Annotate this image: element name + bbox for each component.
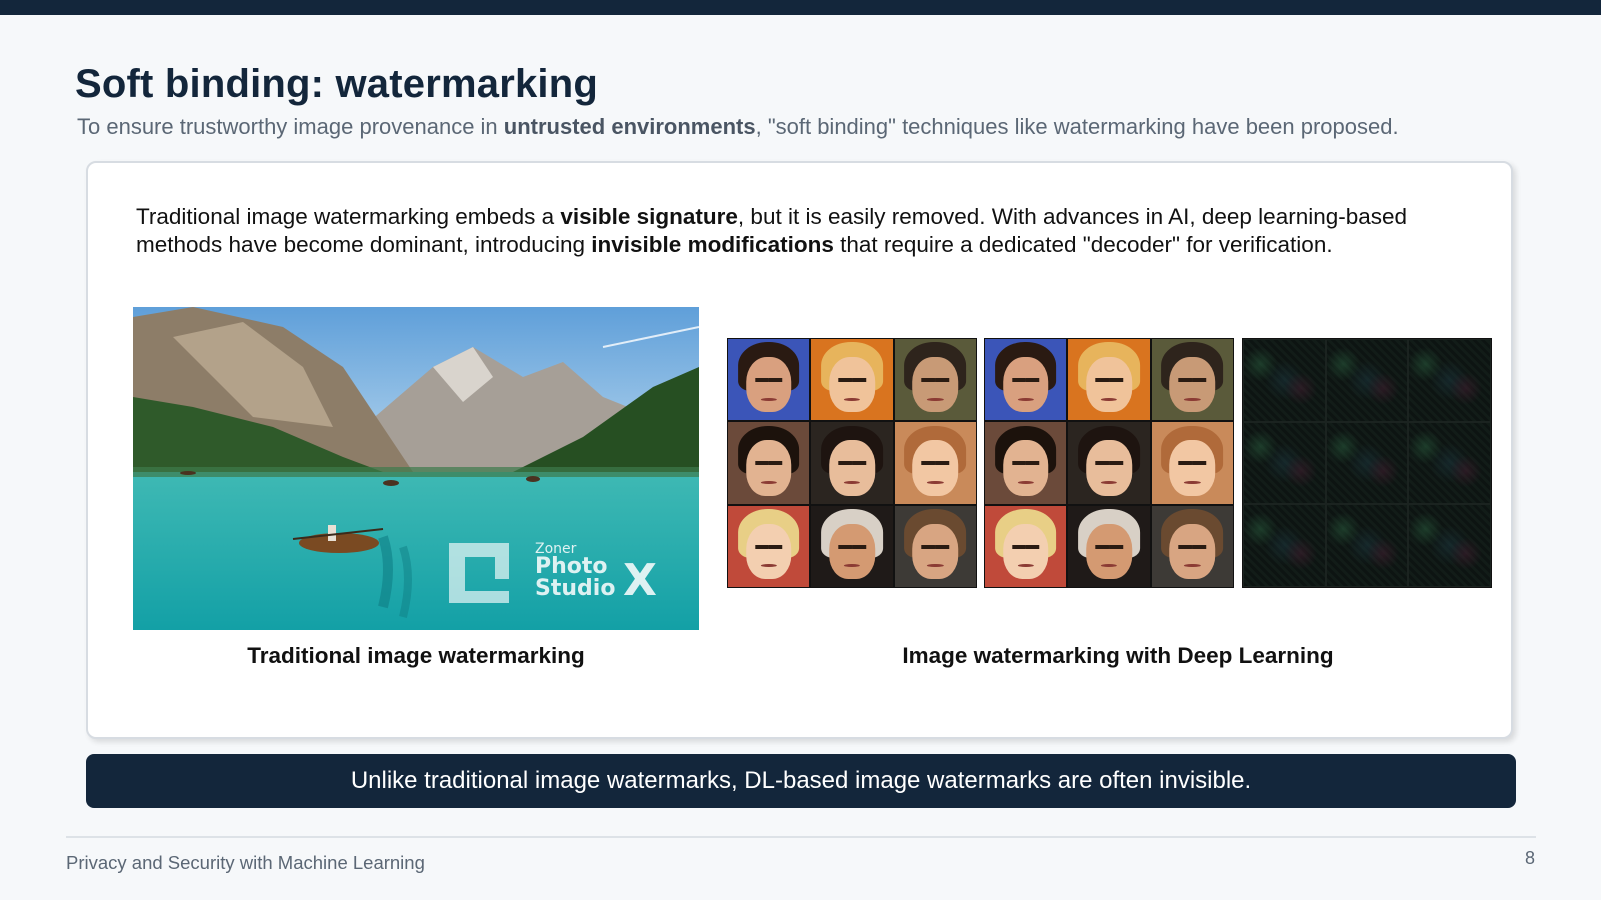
intro-emphasis-invisible: invisible modifications: [591, 232, 834, 257]
residual-noise-tile: [1408, 421, 1491, 505]
residual-noise-tile: [1243, 504, 1326, 587]
intro-emphasis-visible: visible signature: [560, 204, 738, 229]
slide-subtitle: To ensure trustworthy image provenance i…: [77, 114, 1557, 140]
slide-title: Soft binding: watermarking: [75, 62, 598, 106]
footer-course: Privacy and Security with Machine Learni…: [66, 852, 425, 873]
face-portrait: [728, 339, 810, 421]
residual-noise-tile: [1243, 339, 1326, 422]
face-portrait: [1068, 339, 1150, 421]
face-portrait: [728, 422, 810, 504]
face-portrait: [1151, 422, 1233, 504]
takeaway-banner: Unlike traditional image watermarks, DL-…: [86, 754, 1516, 808]
residual-noise-tile: [1325, 504, 1409, 587]
top-accent-bar: [0, 0, 1601, 15]
face-portrait: [1151, 505, 1233, 587]
residual-noise-tile: [1325, 421, 1409, 505]
residual-noise-tile: [1408, 504, 1491, 587]
watermark-line3: Studio: [535, 576, 615, 601]
footer-divider: [66, 836, 1536, 838]
residual-noise-tile: [1243, 421, 1326, 505]
residual-noise-tile: [1325, 339, 1409, 422]
face-portrait: [985, 422, 1067, 504]
face-portrait: [1068, 422, 1150, 504]
lake-photo-illustration: Zoner Photo Studio X: [133, 307, 699, 630]
caption-deep-learning: Image watermarking with Deep Learning: [902, 643, 1334, 668]
traditional-watermark-image: Zoner Photo Studio X: [133, 307, 699, 630]
face-portrait: [1068, 505, 1150, 587]
face-portrait: [985, 505, 1067, 587]
intro-text-1: Traditional image watermarking embeds a: [136, 204, 561, 229]
intro-text-3: that require a dedicated "decoder" for v…: [833, 232, 1333, 257]
page-number: 8: [1524, 848, 1535, 868]
watermarked-faces-grid: [984, 338, 1234, 588]
residual-noise-tile: [1408, 339, 1491, 422]
caption-traditional: Traditional image watermarking: [247, 643, 585, 668]
face-portrait: [1151, 339, 1233, 421]
watermark-mark: X: [623, 555, 657, 606]
subtitle-text: To ensure trustworthy image provenance i…: [77, 114, 504, 139]
subtitle-emphasis: untrusted environments: [503, 114, 756, 139]
original-faces-grid: [727, 338, 977, 588]
face-portrait: [894, 505, 976, 587]
residual-noise-grid: [1242, 338, 1492, 588]
face-portrait: [985, 339, 1067, 421]
subtitle-text-end: , "soft binding" techniques like waterma…: [755, 114, 1399, 139]
face-portrait: [894, 422, 976, 504]
face-portrait: [811, 339, 893, 421]
content-card: Traditional image watermarking embeds a …: [86, 161, 1513, 739]
face-portrait: [811, 422, 893, 504]
face-portrait: [728, 505, 810, 587]
face-portrait: [811, 505, 893, 587]
face-portrait: [894, 339, 976, 421]
intro-paragraph: Traditional image watermarking embeds a …: [136, 203, 1476, 259]
